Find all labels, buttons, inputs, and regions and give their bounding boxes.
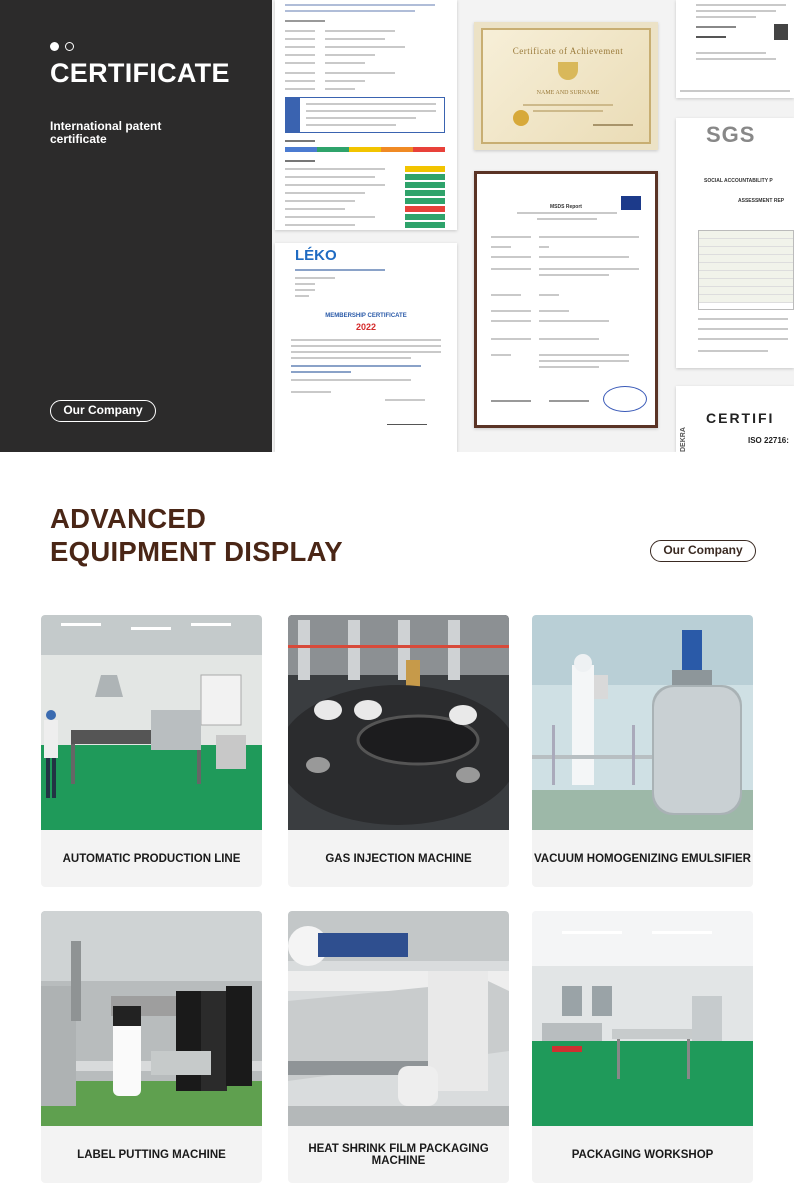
certificate-panel: CERTIFICATE International patent certifi…	[0, 0, 272, 452]
certificate-section: CERTIFICATE International patent certifi…	[0, 0, 794, 452]
shrink-wrap-photo	[288, 911, 509, 1126]
carousel-dots	[50, 42, 74, 51]
equipment-card[interactable]: GAS INJECTION MACHINE	[288, 615, 509, 887]
equipment-card[interactable]: HEAT SHRINK FILM PACKAGING MACHINE	[288, 911, 509, 1183]
membership-certificate: LÉKO MEMBERSHIP CERTIFICATE 2022	[275, 243, 457, 452]
production-line-photo	[41, 615, 262, 830]
membership-year: 2022	[355, 322, 377, 332]
leko-logo: LÉKO	[295, 247, 337, 264]
carousel-dot-active[interactable]	[50, 42, 59, 51]
sgs-table	[698, 230, 794, 310]
gold-seal-icon	[513, 110, 529, 126]
sgs-logo: SGS	[706, 122, 756, 147]
equipment-heading-line2: EQUIPMENT DISPLAY	[50, 536, 343, 567]
equipment-card[interactable]: PACKAGING WORKSHOP	[532, 911, 753, 1183]
signature	[387, 411, 427, 425]
equipment-card[interactable]: VACUUM HOMOGENIZING EMULSIFIER	[532, 615, 753, 887]
trophy-icon	[558, 62, 578, 80]
equipment-card[interactable]: LABEL PUTTING MACHINE	[41, 911, 262, 1183]
testing-certificate	[676, 0, 794, 98]
equipment-label: VACUUM HOMOGENIZING EMULSIFIER	[533, 852, 751, 865]
audit-summary-box	[285, 97, 445, 133]
iso-certificate: DEKRA CERTIFI ISO 22716:	[676, 386, 794, 452]
sgs-assessment-report: SGS SOCIAL ACCOUNTABILITY P ASSESSMENT R…	[676, 118, 794, 368]
achievement-certificate: Certificate of Achievement NAME AND SURN…	[474, 22, 658, 150]
carousel-dot[interactable]	[65, 42, 74, 51]
membership-title: MEMBERSHIP CERTIFICATE	[325, 313, 407, 319]
our-company-button-2[interactable]: Our Company	[650, 540, 756, 562]
emulsifier-photo	[532, 615, 753, 830]
sgs-report-subtitle: ASSESSMENT REP	[738, 198, 785, 204]
equipment-label: LABEL PUTTING MACHINE	[77, 1148, 226, 1161]
sgs-report-title: SOCIAL ACCOUNTABILITY P	[704, 178, 773, 184]
msds-title: MSDS Report	[550, 204, 582, 210]
iso-certificate-title: CERTIFI	[706, 410, 775, 426]
achievement-title: Certificate of Achievement	[512, 46, 624, 56]
iso-standard-label: ISO 22716:	[748, 436, 789, 445]
equipment-label: PACKAGING WORKSHOP	[571, 1148, 714, 1161]
equipment-label: HEAT SHRINK FILM PACKAGING MACHINE	[308, 1142, 489, 1167]
msds-stamp-icon	[603, 386, 647, 412]
equipment-heading: ADVANCED EQUIPMENT DISPLAY	[50, 502, 343, 568]
rating-bar	[285, 147, 445, 152]
workshop-photo	[532, 911, 753, 1126]
equipment-heading-line1: ADVANCED	[50, 503, 207, 534]
gas-injection-photo	[288, 615, 509, 830]
equipment-card[interactable]: AUTOMATIC PRODUCTION LINE	[41, 615, 262, 887]
equipment-label: AUTOMATIC PRODUCTION LINE	[62, 852, 241, 865]
achievement-name: NAME AND SURNAME	[536, 90, 600, 96]
certificate-title: CERTIFICATE	[50, 58, 230, 88]
equipment-label: GAS INJECTION MACHINE	[325, 852, 472, 865]
certificate-subtitle: International patent certificate	[50, 119, 162, 146]
msds-report: MSDS Report	[474, 171, 658, 428]
our-company-button[interactable]: Our Company	[50, 400, 156, 422]
audit-report-document	[275, 0, 457, 230]
dekra-label: DEKRA	[680, 427, 687, 452]
labeling-photo	[41, 911, 262, 1126]
